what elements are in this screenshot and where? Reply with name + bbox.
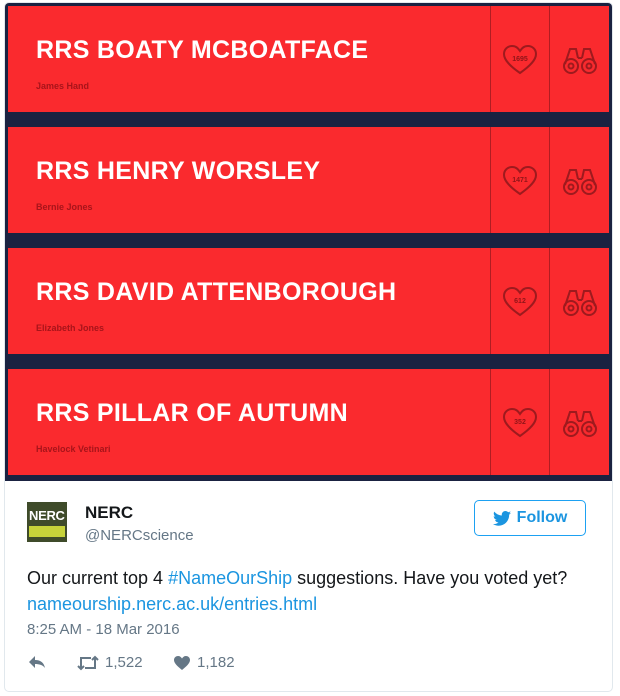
reply-icon xyxy=(29,656,45,668)
divider xyxy=(490,127,491,233)
vote-count: 612 xyxy=(514,298,526,305)
entry-row: RRS HENRY WORSLEY Bernie Jones 1471 xyxy=(8,127,609,233)
entry-name: RRS BOATY MCBOATFACE xyxy=(36,36,369,64)
tweet-text-part: Our current top 4 xyxy=(27,568,169,588)
divider xyxy=(549,369,550,475)
twitter-bird-icon xyxy=(492,510,511,526)
follow-label: Follow xyxy=(516,509,568,526)
like-icon xyxy=(174,655,190,670)
vote-count: 1695 xyxy=(512,56,528,63)
divider xyxy=(549,6,550,112)
tweet-text-part: suggestions. Have you voted yet? xyxy=(292,568,568,588)
entry-author: James Hand xyxy=(36,81,90,91)
entry-name: RRS DAVID ATTENBOROUGH xyxy=(36,278,397,306)
binoculars-icon xyxy=(563,48,597,74)
entry-name: RRS HENRY WORSLEY xyxy=(36,157,321,185)
vote-count: 352 xyxy=(514,419,526,426)
tweet-text: Our current top 4 #NameOurShip suggestio… xyxy=(27,565,587,617)
entry-author: Elizabeth Jones xyxy=(36,323,105,333)
author-handle[interactable]: @NERCscience xyxy=(85,527,194,544)
divider xyxy=(490,6,491,112)
entry-name: RRS PILLAR OF AUTUMN xyxy=(36,399,348,427)
entries-link[interactable]: nameourship.nerc.ac.uk/entries.html xyxy=(27,594,317,614)
logo-text: NERC xyxy=(29,508,65,523)
author-name[interactable]: NERC xyxy=(85,503,133,523)
tweet-image[interactable]: RRS BOATY MCBOATFACE James Hand 1695 RRS… xyxy=(5,3,612,481)
logo-strip xyxy=(29,526,65,537)
divider xyxy=(549,248,550,354)
binoculars-icon xyxy=(563,169,597,195)
divider xyxy=(549,127,550,233)
retweet-count: 1,522 xyxy=(105,654,143,671)
avatar[interactable]: NERC xyxy=(27,502,67,542)
like-button[interactable]: 1,182 xyxy=(173,654,235,671)
binoculars-icon xyxy=(563,411,597,437)
retweet-button[interactable]: 1,522 xyxy=(77,654,143,671)
entry-row: RRS DAVID ATTENBOROUGH Elizabeth Jones 6… xyxy=(8,248,609,354)
reply-button[interactable] xyxy=(27,654,47,670)
entry-row: RRS PILLAR OF AUTUMN Havelock Vetinari 3… xyxy=(8,369,609,475)
hashtag-link[interactable]: #NameOurShip xyxy=(168,568,292,588)
retweet-icon xyxy=(77,655,99,670)
binoculars-icon xyxy=(563,290,597,316)
timestamp[interactable]: 8:25 AM - 18 Mar 2016 xyxy=(27,621,180,638)
follow-button[interactable]: Follow xyxy=(474,500,586,536)
entry-row: RRS BOATY MCBOATFACE James Hand 1695 xyxy=(8,6,609,112)
entry-author: Havelock Vetinari xyxy=(36,444,111,454)
divider xyxy=(490,248,491,354)
vote-count: 1471 xyxy=(512,177,528,184)
divider xyxy=(490,369,491,475)
like-count: 1,182 xyxy=(197,654,235,671)
entry-author: Bernie Jones xyxy=(36,202,93,212)
